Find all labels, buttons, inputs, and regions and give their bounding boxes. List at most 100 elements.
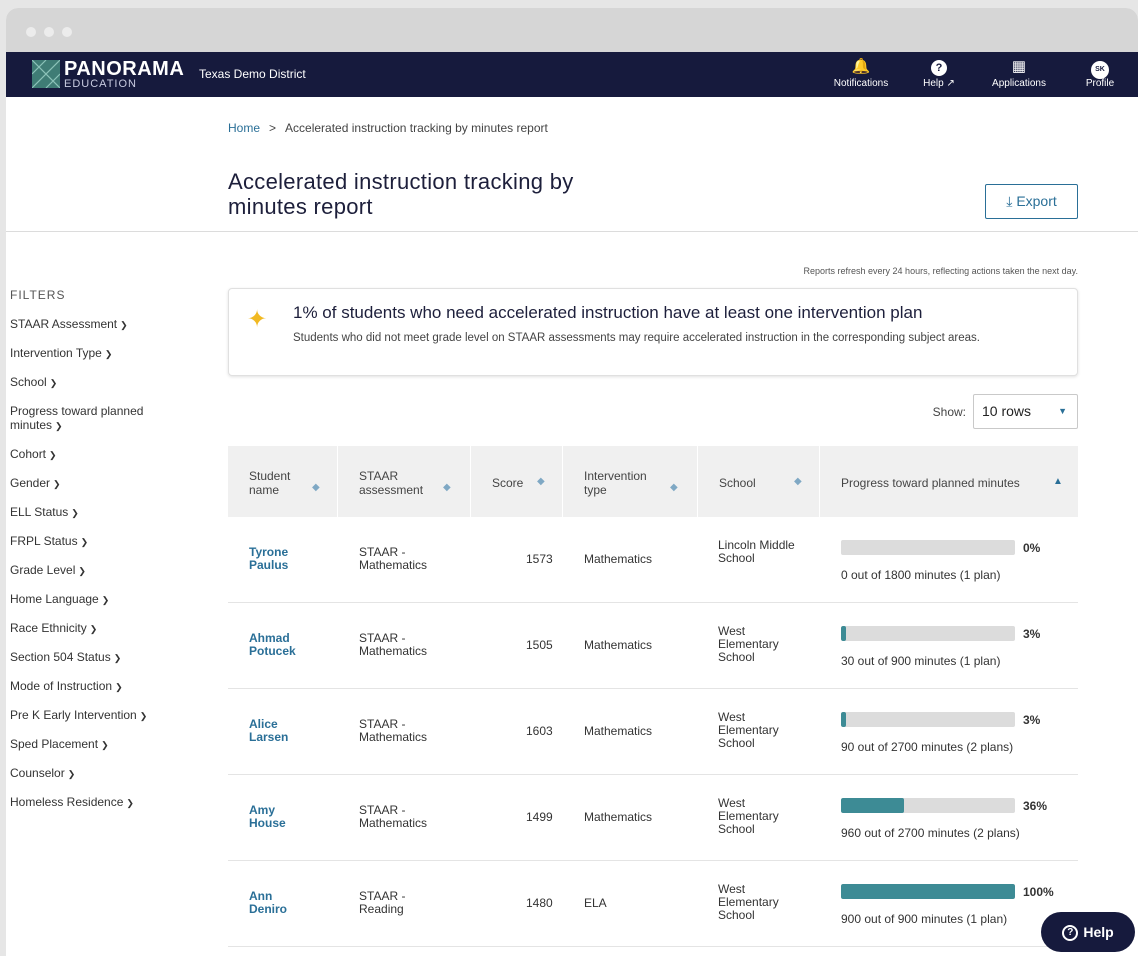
score-cell: 1603 — [526, 724, 553, 738]
progress-percent: 0% — [1023, 541, 1041, 555]
progress-minutes: 0 out of 1800 minutes (1 plan) — [841, 568, 1001, 582]
filter-cohort[interactable]: Cohort ❯ — [10, 447, 220, 476]
filter-staar-assessment[interactable]: STAAR Assessment ❯ — [10, 317, 220, 346]
filter-counselor[interactable]: Counselor ❯ — [10, 766, 220, 795]
filter-grade-level[interactable]: Grade Level ❯ — [10, 563, 220, 592]
panorama-logo-icon[interactable] — [31, 59, 61, 89]
progress-bar — [841, 540, 1015, 555]
filter-school[interactable]: School ❯ — [10, 375, 220, 404]
table-row: Alice Larsen STAAR - Mathematics 1603 Ma… — [228, 689, 1078, 775]
caret-down-icon: ▼ — [1058, 406, 1067, 416]
table-row: Ann Deniro STAAR - Reading 1480 ELA West… — [228, 861, 1078, 947]
filter-home-language[interactable]: Home Language ❯ — [10, 592, 220, 621]
intervention-type-cell: ELA — [584, 896, 607, 910]
progress-bar-fill — [841, 798, 904, 813]
chevron-down-icon: ❯ — [49, 450, 57, 460]
help-floating-button[interactable]: ? Help — [1041, 912, 1135, 952]
col-staar-assessment[interactable]: STAAR assessment ◆ — [338, 446, 471, 517]
sparkle-icon: ✦ — [247, 305, 268, 333]
filter-gender[interactable]: Gender ❯ — [10, 476, 220, 505]
sort-icon: ◆ — [443, 482, 451, 493]
filter-ell-status[interactable]: ELL Status ❯ — [10, 505, 220, 534]
progress-percent: 3% — [1023, 627, 1041, 641]
nav-profile-label: Profile — [1085, 78, 1115, 89]
chevron-down-icon: ❯ — [101, 595, 110, 605]
nav-profile[interactable]: SK Profile — [1080, 56, 1120, 89]
score-cell: 1480 — [526, 896, 553, 910]
intervention-type-cell: Mathematics — [584, 724, 653, 738]
progress-percent: 36% — [1023, 799, 1048, 813]
progress-bar — [841, 798, 1015, 813]
callout-headline: 1% of students who need accelerated inst… — [293, 303, 923, 322]
chevron-down-icon: ❯ — [80, 537, 89, 547]
nav-notifications-label: Notifications — [833, 78, 889, 89]
window-close-dot[interactable] — [26, 27, 36, 37]
filter-progress-minutes[interactable]: Progress toward planned minutes ❯ — [10, 404, 170, 447]
assessment-cell: STAAR - Mathematics — [359, 545, 428, 572]
help-fab-label: Help — [1083, 924, 1114, 940]
summary-callout: ✦ 1% of students who need accelerated in… — [228, 288, 1078, 376]
school-cell: West Elementary School — [718, 882, 779, 922]
export-button[interactable]: ⤓ Export — [985, 184, 1078, 219]
student-name-link[interactable]: Ann Deniro — [249, 890, 309, 916]
chevron-down-icon: ❯ — [55, 421, 63, 431]
student-name-link[interactable]: Amy House — [249, 804, 309, 830]
nav-applications[interactable]: ▦ Applications — [984, 56, 1054, 89]
window-zoom-dot[interactable] — [62, 27, 72, 37]
filter-intervention-type[interactable]: Intervention Type ❯ — [10, 346, 220, 375]
grid-icon: ▦ — [1011, 58, 1027, 75]
student-name-link[interactable]: Alice Larsen — [249, 718, 309, 744]
download-icon: ⤓ — [1006, 193, 1013, 209]
table-row: Tyrone Paulus STAAR - Mathematics 1573 M… — [228, 517, 1078, 603]
col-progress[interactable]: Progress toward planned minutes ▲ — [820, 446, 1078, 517]
assessment-cell: STAAR - Mathematics — [359, 717, 428, 744]
filters-heading: FILTERS — [10, 288, 66, 302]
district-name: Texas Demo District — [199, 67, 306, 81]
student-name-link[interactable]: Tyrone Paulus — [249, 546, 309, 572]
intervention-type-cell: Mathematics — [584, 810, 653, 824]
page-title: Accelerated instruction tracking by minu… — [228, 169, 574, 219]
filter-section-504[interactable]: Section 504 Status ❯ — [10, 650, 220, 679]
score-cell: 1499 — [526, 810, 553, 824]
nav-notifications[interactable]: 🔔 Notifications — [828, 56, 894, 89]
progress-minutes: 90 out of 2700 minutes (2 plans) — [841, 740, 1014, 754]
rows-select-value: 10 rows — [982, 403, 1032, 419]
rows-select[interactable]: 10 rows ▼ — [973, 394, 1078, 429]
score-cell: 1573 — [526, 552, 553, 566]
col-school[interactable]: School ◆ — [698, 446, 820, 517]
app-window: PANORAMA EDUCATION Texas Demo District 🔔… — [6, 8, 1138, 956]
filter-pre-k-early-intervention[interactable]: Pre K Early Intervention ❯ — [10, 708, 220, 737]
assessment-cell: STAAR - Reading — [359, 889, 406, 916]
top-nav: PANORAMA EDUCATION Texas Demo District 🔔… — [6, 52, 1138, 97]
nav-help[interactable]: ? Help ↗ — [916, 56, 962, 89]
chevron-down-icon: ❯ — [78, 566, 86, 576]
chevron-down-icon: ❯ — [120, 320, 128, 330]
progress-bar-fill — [841, 626, 847, 641]
chevron-down-icon: ❯ — [67, 769, 76, 779]
student-name-link[interactable]: Ahmad Potucek — [249, 632, 309, 658]
intervention-type-cell: Mathematics — [584, 638, 653, 652]
filter-race-ethnicity[interactable]: Race Ethnicity ❯ — [10, 621, 220, 650]
chevron-down-icon: ❯ — [49, 378, 58, 388]
filter-mode-of-instruction[interactable]: Mode of Instruction ❯ — [10, 679, 220, 708]
progress-minutes: 900 out of 900 minutes (1 plan) — [841, 912, 1008, 926]
col-student-name[interactable]: Student name ◆ — [228, 446, 338, 517]
refresh-note: Reports refresh every 24 hours, reflecti… — [803, 266, 1078, 276]
school-cell: West Elementary School — [718, 710, 779, 750]
breadcrumb-home-link[interactable]: Home — [228, 121, 260, 135]
breadcrumb: Home > Accelerated instruction tracking by… — [228, 121, 548, 135]
chevron-down-icon: ❯ — [71, 508, 79, 518]
col-intervention-type[interactable]: Intervention type ◆ — [563, 446, 698, 517]
filter-frpl-status[interactable]: FRPL Status ❯ — [10, 534, 220, 563]
page-header: Home > Accelerated instruction tracking by… — [6, 97, 1138, 232]
score-cell: 1505 — [526, 638, 553, 652]
sort-active-icon: ▲ — [1053, 476, 1063, 487]
col-score[interactable]: Score ◆ — [471, 446, 563, 517]
filter-sped-placement[interactable]: Sped Placement ❯ — [10, 737, 220, 766]
progress-bar — [841, 712, 1015, 727]
filter-homeless-residence[interactable]: Homeless Residence ❯ — [10, 795, 220, 824]
filters-sidebar: FILTERS STAAR Assessment ❯ Intervention T… — [10, 288, 220, 824]
chevron-down-icon: ❯ — [126, 798, 134, 808]
window-minimize-dot[interactable] — [44, 27, 54, 37]
table-row: Amy House STAAR - Mathematics 1499 Mathe… — [228, 775, 1078, 861]
